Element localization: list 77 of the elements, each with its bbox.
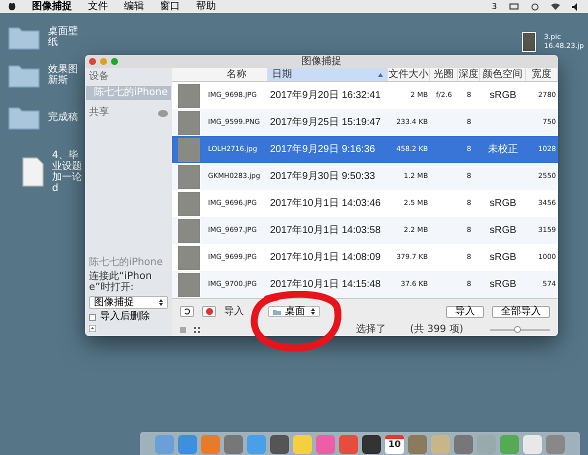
- folder-icon: [273, 308, 281, 314]
- table-cell: 未校正: [488, 144, 518, 155]
- document-icon[interactable]: [22, 157, 44, 187]
- photo-placeholder: [178, 110, 200, 134]
- app-icon[interactable]: [362, 435, 381, 454]
- checkbox[interactable]: [89, 314, 96, 320]
- open-with-label: 连接此“iPhone”时打开:: [89, 271, 153, 293]
- table-cell: sRGB: [490, 252, 516, 263]
- table-cell: 2017年10月1日 14:03:58: [270, 225, 381, 236]
- zoom-button[interactable]: [111, 58, 118, 65]
- desktop-icon-label: 桌面壁纸: [48, 26, 78, 48]
- table-cell: sRGB: [490, 225, 516, 236]
- list-view-icon[interactable]: [180, 327, 186, 333]
- table-cell: 2017年10月1日 14:08:09: [270, 252, 381, 263]
- minimize-button[interactable]: [100, 58, 107, 65]
- device-name: 陈七七的iPhone: [94, 88, 168, 98]
- import-to-label: 导入: [224, 304, 244, 319]
- app-popup-button[interactable]: 图像捕捉: [89, 296, 168, 309]
- photo-placeholder: [178, 272, 200, 296]
- table-cell: 2017年9月20日 16:32:41: [270, 90, 381, 101]
- calendar-icon[interactable]: 10: [385, 435, 404, 454]
- apple-icon[interactable]: [8, 2, 16, 11]
- window-title: 图像捕捉: [302, 56, 342, 66]
- photo-placeholder: [178, 84, 200, 108]
- table-cell: 2017年10月1日 14:03:46: [270, 198, 381, 209]
- column-header[interactable]: 日期: [268, 68, 388, 81]
- photo-placeholder: [178, 246, 200, 270]
- menu-item[interactable]: 窗口: [160, 2, 180, 12]
- menu-item[interactable]: 文件: [88, 2, 108, 12]
- close-button[interactable]: [89, 58, 96, 65]
- table-cell: sRGB: [490, 90, 516, 101]
- no-entry-icon: [206, 308, 212, 315]
- table-cell: sRGB: [490, 279, 516, 290]
- rotate-icon: [184, 308, 190, 315]
- column-header[interactable]: 光圈: [430, 68, 458, 81]
- device-label: 陈七七的iPhone: [89, 258, 164, 268]
- grid-view-icon[interactable]: [194, 327, 200, 333]
- updown-caret-icon: [311, 308, 315, 315]
- checkbox-label: 导入后删除: [100, 312, 150, 322]
- photo-placeholder: [178, 138, 200, 162]
- menu-item[interactable]: 编辑: [124, 2, 144, 12]
- desktop-icon-label: 效果图新斯: [48, 64, 78, 86]
- photo-placeholder: [178, 192, 200, 216]
- photo-placeholder: [178, 164, 200, 188]
- rotate-button[interactable]: [180, 306, 194, 317]
- table-cell: 2017年9月25日 15:19:47: [270, 117, 381, 128]
- monitor-icon[interactable]: [509, 2, 519, 10]
- destination-popup-button[interactable]: 桌面: [268, 306, 320, 317]
- column-header[interactable]: 文件大小: [388, 68, 430, 81]
- table-cell: 2017年10月1日 14:15:48: [270, 279, 381, 290]
- wifi-icon[interactable]: [551, 3, 560, 10]
- table-cell: 2017年9月29日 9:16:36: [270, 144, 376, 155]
- slider-thumb[interactable]: [514, 326, 521, 333]
- delete-button[interactable]: [202, 306, 216, 317]
- photo-placeholder: [178, 218, 200, 242]
- desktop-icon-label: 4、毕业设题加一论d: [52, 150, 82, 194]
- import-all-button[interactable]: 全部导入: [492, 306, 550, 318]
- app-icon[interactable]: [270, 435, 289, 454]
- sidebar-heading: 共享: [89, 108, 109, 118]
- screenshot-thumbnail[interactable]: [522, 32, 536, 52]
- eject-icon[interactable]: [89, 325, 96, 332]
- menu-item[interactable]: 图像捕捉: [32, 2, 72, 12]
- total-count: (共 399 项): [410, 325, 464, 335]
- desktop-icon-label: 完成稿: [48, 112, 78, 122]
- menu-item[interactable]: 帮助: [196, 2, 216, 12]
- table-cell: 2017年9月30日 9:50:33: [270, 171, 376, 182]
- column-header[interactable]: 宽度: [526, 68, 558, 81]
- sidebar-heading: 设备: [88, 70, 110, 82]
- table-cell: sRGB: [490, 198, 516, 209]
- column-header[interactable]: 深度: [458, 68, 480, 81]
- speaker-icon[interactable]: [572, 2, 580, 10]
- column-header[interactable]: 颜色空间: [480, 68, 526, 81]
- selection-status: 选择了: [356, 325, 386, 335]
- import-button[interactable]: 导入: [446, 306, 484, 318]
- status-item[interactable]: 3: [492, 2, 497, 10]
- sort-arrow-icon: [378, 72, 383, 76]
- updown-caret-icon: [159, 299, 163, 306]
